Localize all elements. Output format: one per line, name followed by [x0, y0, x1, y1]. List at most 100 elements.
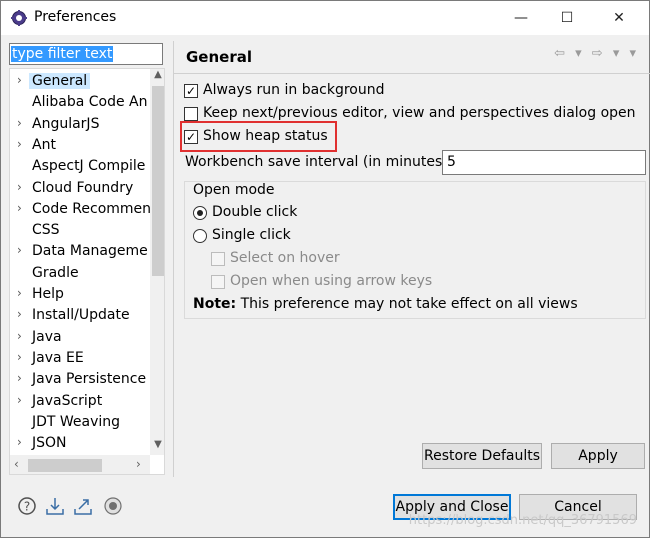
open-mode-title: Open mode — [193, 182, 275, 198]
tree-item[interactable]: › Ant — [10, 135, 150, 156]
tree-item-label: Alibaba Code An — [32, 94, 148, 111]
expand-arrow-icon[interactable]: › — [17, 243, 27, 257]
watermark-text: https://blog.csdn.net/qq_36791569 — [408, 513, 637, 528]
show-heap-status-checkbox[interactable]: ✓ — [184, 130, 198, 144]
tree-item-label: Help — [32, 286, 64, 302]
preferences-window: Preferences — ☐ ✕ type filter text › Gene… — [0, 0, 650, 538]
filter-text: type filter text — [11, 46, 114, 62]
tree-item[interactable]: Gradle — [10, 263, 150, 284]
tree-item[interactable]: AspectJ Compile — [10, 156, 150, 177]
open-arrow-keys-checkbox — [211, 275, 225, 289]
tree-item-label: Install/Update — [32, 307, 130, 324]
tree-item-label: Data Manageme — [32, 243, 148, 260]
tree-horizontal-scrollbar[interactable]: ‹ › — [10, 455, 150, 474]
tree-item-label: AspectJ Compile — [32, 158, 146, 175]
title-divider — [174, 73, 650, 74]
filter-input[interactable]: type filter text — [9, 43, 163, 65]
tree-item[interactable]: › AngularJS — [10, 114, 150, 135]
expand-arrow-icon[interactable]: › — [17, 350, 27, 364]
save-interval-label: Workbench save interval (in minutes): — [185, 154, 453, 170]
tree-item-label: Ant — [32, 136, 56, 153]
window-title: Preferences — [34, 9, 117, 25]
tree-item[interactable]: › General — [10, 71, 150, 92]
tree-item-label: Gradle — [32, 264, 79, 281]
tree-item[interactable]: JDT Weaving — [10, 412, 150, 433]
tree-item[interactable]: › Java Persistence — [10, 369, 150, 390]
expand-arrow-icon[interactable]: › — [17, 371, 27, 385]
scroll-up-icon[interactable]: ▲ — [150, 69, 164, 85]
note-body: This preference may not take effect on a… — [236, 296, 578, 312]
tree-item-label: AngularJS — [32, 115, 100, 132]
tree-item[interactable]: CSS — [10, 220, 150, 241]
tree-item[interactable]: › Data Manageme — [10, 241, 150, 262]
preference-tree: › General Alibaba Code An › AngularJS › Ant Asp… — [9, 68, 165, 475]
expand-arrow-icon[interactable]: › — [17, 201, 27, 215]
expand-arrow-icon[interactable]: › — [17, 180, 27, 194]
keep-dialog-open-label: Keep next/previous editor, view and pers… — [203, 105, 636, 121]
tree-item-label: Java EE — [32, 349, 84, 366]
expand-arrow-icon[interactable]: › — [17, 393, 27, 407]
select-on-hover-label: Select on hover — [230, 250, 340, 266]
tree-item-label: CSS — [32, 222, 60, 239]
note-bold: Note: — [193, 296, 237, 312]
close-icon: ✕ — [613, 10, 625, 26]
expand-arrow-icon[interactable]: › — [17, 307, 27, 321]
single-click-radio[interactable] — [193, 229, 207, 243]
select-on-hover-checkbox — [211, 252, 225, 266]
tree-item-label: JavaScript — [32, 392, 103, 409]
maximize-button[interactable]: ☐ — [544, 1, 590, 35]
expand-arrow-icon[interactable]: › — [17, 329, 27, 343]
apply-button[interactable]: Apply — [551, 443, 645, 469]
tree-item[interactable]: › Code Recommen — [10, 199, 152, 220]
help-icon[interactable]: ? — [17, 496, 37, 516]
open-arrow-keys-label: Open when using arrow keys — [230, 273, 433, 289]
save-interval-input[interactable]: 5 — [442, 150, 646, 175]
tree-item[interactable]: › JavaScript — [10, 391, 150, 412]
scroll-thumb[interactable] — [152, 86, 164, 276]
show-heap-status-label: Show heap status — [203, 128, 328, 144]
note-text: Note: This preference may not take effec… — [193, 296, 578, 312]
expand-arrow-icon[interactable]: › — [17, 286, 27, 300]
expand-arrow-icon[interactable]: › — [17, 137, 27, 151]
close-button[interactable]: ✕ — [596, 1, 642, 35]
tree-item[interactable]: › Cloud Foundry — [10, 178, 150, 199]
svg-text:?: ? — [24, 500, 30, 514]
export-icon[interactable] — [73, 496, 93, 516]
scroll-left-icon[interactable]: ‹ — [14, 457, 19, 471]
record-icon[interactable] — [103, 496, 123, 516]
tree-item[interactable]: Alibaba Code An — [10, 92, 150, 113]
tree-vertical-scrollbar[interactable]: ▲ ▼ — [150, 69, 164, 455]
expand-arrow-icon[interactable]: › — [17, 435, 27, 449]
tree-item-label: Java Persistence — [32, 371, 147, 388]
double-click-label: Double click — [212, 204, 298, 220]
tree-item-label: General — [29, 73, 91, 89]
preference-page: General ⇦ ▾ ⇨ ▾ ▾ ✓ Always run in backgr… — [173, 41, 650, 477]
hscroll-thumb[interactable] — [28, 459, 102, 472]
keep-dialog-open-checkbox[interactable] — [184, 107, 198, 121]
minimize-icon: — — [514, 10, 528, 26]
navigation-pane: type filter text › General Alibaba Code An… — [7, 41, 167, 477]
import-icon[interactable] — [45, 496, 65, 516]
tree-item[interactable]: › Java — [10, 327, 150, 348]
scroll-down-icon[interactable]: ▼ — [150, 439, 164, 455]
tree-item-label: JDT Weaving — [32, 413, 121, 430]
restore-defaults-button[interactable]: Restore Defaults — [422, 443, 542, 469]
expand-arrow-icon[interactable]: › — [17, 116, 27, 130]
expand-arrow-icon[interactable]: › — [17, 73, 27, 87]
tree-item-label: Cloud Foundry — [32, 179, 134, 196]
tree-item[interactable]: › Help — [10, 284, 150, 305]
tree-item[interactable]: › Java EE — [10, 348, 150, 369]
eclipse-gear-icon — [11, 10, 27, 26]
page-title: General — [186, 48, 252, 66]
tree-item-label: Code Recommen — [32, 200, 152, 217]
double-click-radio[interactable] — [193, 206, 207, 220]
scroll-right-icon[interactable]: › — [136, 457, 141, 471]
always-run-background-checkbox[interactable]: ✓ — [184, 84, 198, 98]
open-mode-group: Open mode Double click Single click Sele… — [184, 181, 646, 319]
tree-item-label: JSON — [32, 435, 67, 452]
back-forward-menu-icon[interactable]: ⇦ ▾ ⇨ ▾ ▾ — [554, 46, 639, 61]
tree-item[interactable]: › JSON — [10, 433, 150, 454]
tree-item-label: Java — [32, 328, 62, 345]
minimize-button[interactable]: — — [498, 1, 544, 35]
tree-item[interactable]: › Install/Update — [10, 305, 150, 326]
